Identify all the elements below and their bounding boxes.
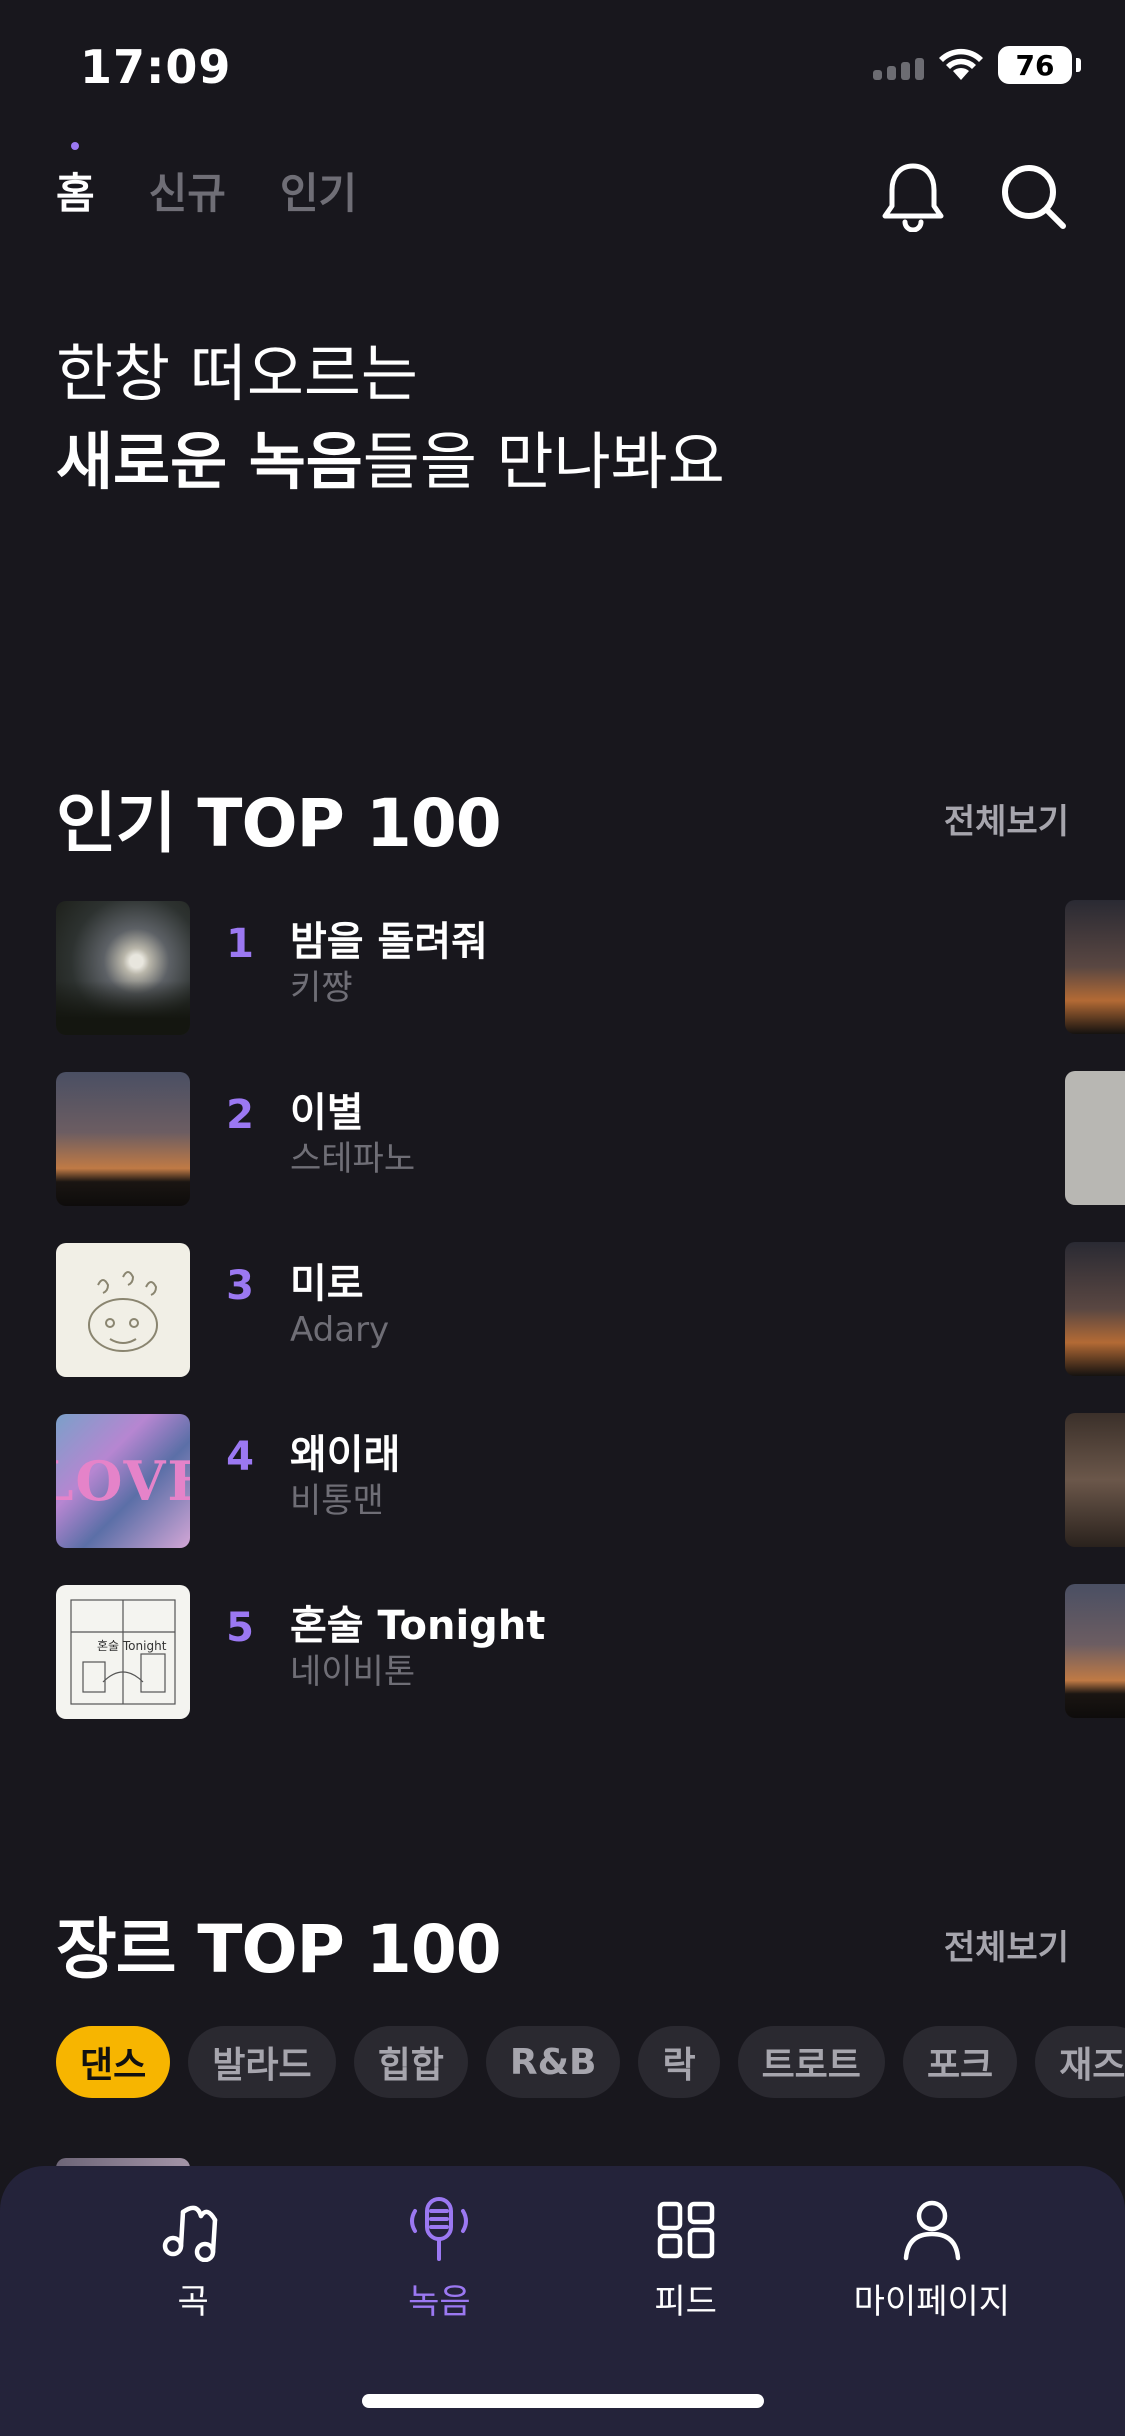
next-column-cover[interactable] (1065, 900, 1125, 1034)
song-title: 밤을 돌려줘 (290, 919, 488, 965)
battery-level: 76 (1015, 48, 1055, 82)
next-column-cover[interactable] (1065, 1071, 1125, 1205)
popular-chart-list: 1 밤을 돌려줘 키쨩 2 이별 스테파노 3 미로 Adary OVE 4 왜… (56, 900, 1125, 1755)
home-indicator[interactable] (362, 2394, 764, 2408)
song-info: 혼술 Tonight 네이비톤 (290, 1602, 545, 1694)
microphone-icon (407, 2190, 471, 2270)
song-info: 왜이래 비통맨 (290, 1431, 400, 1523)
song-rank: 2 (226, 1092, 254, 1138)
hero-headline: 한창 떠오르는 새로운 녹음들을 만나봐요 (56, 330, 725, 506)
bottom-tab-feed-label: 피드 (654, 2282, 717, 2322)
song-info: 이별 스테파노 (290, 1089, 415, 1181)
bottom-tab-mypage[interactable]: 마이페이지 (832, 2190, 1032, 2323)
battery-icon: 76 (998, 46, 1072, 84)
song-title: 혼술 Tonight (290, 1603, 546, 1649)
genre-chip-jazz[interactable]: 재즈 (1035, 2026, 1125, 2098)
person-icon (902, 2190, 962, 2270)
genre-chip-hiphop[interactable]: 힙합 (353, 2026, 468, 2098)
next-column-cover[interactable] (1065, 1413, 1125, 1547)
song-info: 미로 Adary (290, 1260, 389, 1352)
bottom-tab-recordings-label: 녹음 (408, 2282, 471, 2322)
svg-text:혼술 Tonight: 혼술 Tonight (97, 1639, 167, 1653)
genre-chip-dance[interactable]: 댄스 (56, 2026, 171, 2098)
genre-chip-folk[interactable]: 포크 (902, 2026, 1018, 2098)
song-info: 밤을 돌려줘 키쨩 (290, 918, 488, 1010)
hero-line-2-rest: 들을 만나봐요 (362, 425, 725, 498)
chart-row[interactable]: 1 밤을 돌려줘 키쨩 (56, 900, 1125, 1036)
bell-icon[interactable] (877, 160, 949, 232)
grid-icon (656, 2190, 716, 2270)
hero-line-2-strong: 새로운 녹음 (56, 425, 363, 498)
song-rank: 4 (226, 1434, 254, 1480)
genre-chip-trot[interactable]: 트로트 (737, 2026, 885, 2098)
genre-chips: 댄스 발라드 힙합 R&B 락 트로트 포크 재즈 (56, 2026, 1125, 2098)
song-cover (56, 901, 190, 1035)
status-indicators: 76 (873, 46, 1081, 84)
bottom-tab-mypage-label: 마이페이지 (853, 2282, 1011, 2322)
song-artist: 비통맨 (290, 1481, 384, 1521)
wifi-icon (938, 48, 984, 82)
genre-see-all-link[interactable]: 전체보기 (944, 1920, 1069, 1969)
song-rank: 3 (226, 1263, 254, 1309)
next-column-cover[interactable] (1065, 1242, 1125, 1376)
song-cover: LOVE (56, 1414, 190, 1548)
bottom-tab-songs[interactable]: 곡 (93, 2190, 293, 2323)
song-artist: 스테파노 (290, 1139, 416, 1179)
tab-popular[interactable]: 인기 (280, 160, 357, 221)
song-artist: 키쨩 (290, 968, 353, 1008)
hero-line-1: 한창 떠오르는 (56, 337, 418, 410)
top-actions (877, 160, 1069, 232)
popular-see-all-link[interactable]: 전체보기 (944, 794, 1069, 843)
song-title: 왜이래 (290, 1432, 401, 1478)
bottom-tab-recordings[interactable]: 녹음 (339, 2190, 539, 2323)
chart-row[interactable]: 3 미로 Adary (56, 1242, 1125, 1378)
song-rank: 5 (226, 1605, 254, 1651)
popular-section-title: 인기 TOP 100 (56, 785, 502, 862)
song-cover: 혼술 Tonight (56, 1585, 190, 1719)
song-artist: 네이비톤 (290, 1652, 416, 1692)
genre-chip-rnb[interactable]: R&B (485, 2026, 621, 2098)
popular-section-header: 인기 TOP 100 전체보기 (56, 770, 1069, 866)
status-time: 17:09 (80, 40, 232, 94)
genre-section-header: 장르 TOP 100 전체보기 (56, 1896, 1069, 1992)
next-column-cover[interactable] (1065, 1584, 1125, 1718)
tab-new[interactable]: 신규 (149, 160, 226, 221)
song-title: 미로 (290, 1261, 364, 1307)
cellular-signal-icon (873, 50, 924, 80)
song-cover (56, 1072, 190, 1206)
battery-cap (1076, 58, 1081, 72)
song-cover (56, 1243, 190, 1377)
top-nav: 홈 신규 인기 (56, 142, 357, 221)
chart-row[interactable]: LOVE 4 왜이래 비통맨 (56, 1413, 1125, 1549)
song-title: 이별 (290, 1090, 364, 1136)
hero-line-2: 새로운 녹음들을 만나봐요 (56, 418, 725, 506)
chart-row[interactable]: 2 이별 스테파노 (56, 1071, 1125, 1207)
genre-chip-rock[interactable]: 락 (638, 2026, 720, 2098)
status-bar: 17:09 76 (0, 0, 1125, 140)
search-icon[interactable] (997, 160, 1069, 232)
genre-section-title: 장르 TOP 100 (56, 1911, 502, 1988)
bottom-tab-songs-label: 곡 (177, 2282, 209, 2322)
chart-row[interactable]: 혼술 Tonight 5 혼술 Tonight 네이비톤 (56, 1584, 1125, 1720)
song-cover-text: LOVE (56, 1449, 190, 1513)
song-rank: 1 (226, 921, 254, 967)
tab-home[interactable]: 홈 (56, 142, 95, 221)
music-note-icon (161, 2190, 225, 2270)
genre-chip-ballad[interactable]: 발라드 (188, 2026, 336, 2098)
bottom-tab-feed[interactable]: 피드 (586, 2190, 786, 2323)
song-artist: Adary (290, 1310, 390, 1350)
